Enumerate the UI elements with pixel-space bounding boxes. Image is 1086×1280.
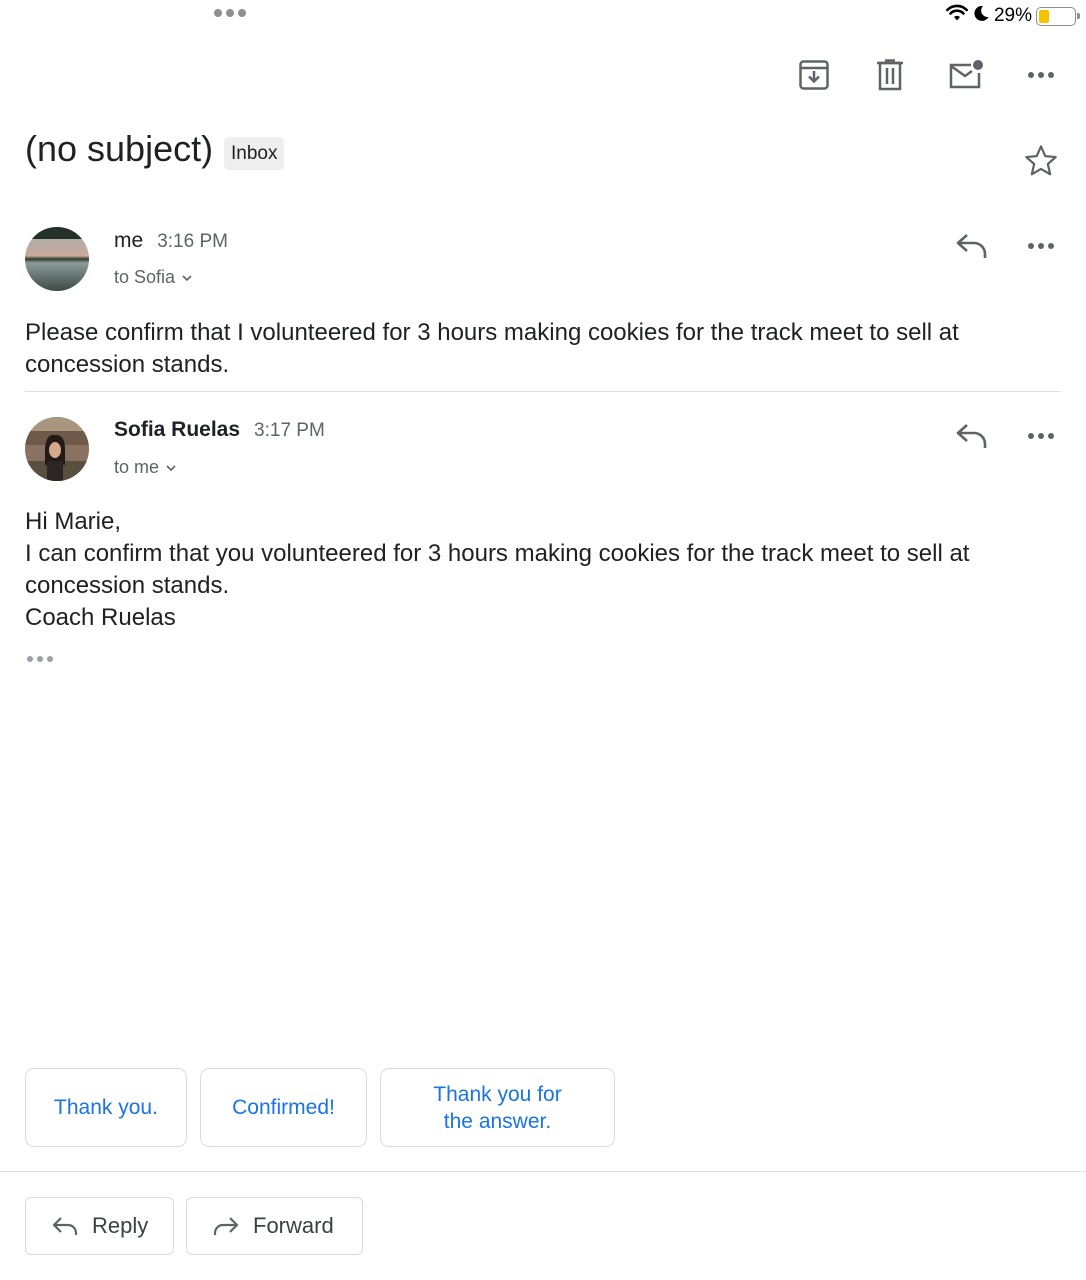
wifi-icon bbox=[945, 4, 968, 28]
mark-unread-icon bbox=[949, 60, 983, 89]
battery-icon bbox=[1036, 6, 1080, 26]
email-subject: (no subject) bbox=[25, 128, 214, 169]
forward-icon bbox=[213, 1217, 239, 1235]
dot bbox=[226, 9, 234, 17]
recipient-label: to me bbox=[114, 457, 160, 477]
dot bbox=[238, 9, 246, 17]
forward-button[interactable]: Forward bbox=[186, 1197, 363, 1255]
reply-button[interactable] bbox=[952, 416, 992, 456]
more-options-icon bbox=[1028, 72, 1054, 78]
more-options-button[interactable] bbox=[1021, 55, 1061, 95]
recipient-details[interactable]: to me bbox=[114, 457, 177, 478]
smart-reply-confirmed[interactable]: Confirmed! bbox=[200, 1068, 367, 1147]
body-line: Please confirm that I volunteered for 3 … bbox=[25, 319, 959, 378]
bottom-divider bbox=[0, 1171, 1086, 1172]
reply-label: Reply bbox=[92, 1213, 149, 1238]
inbox-label[interactable]: Inbox bbox=[224, 137, 285, 170]
status-bar: 29% bbox=[945, 4, 1080, 28]
smart-reply-thank-you[interactable]: Thank you. bbox=[25, 1068, 187, 1147]
body-line: Hi Marie, bbox=[25, 508, 122, 535]
avatar-me[interactable] bbox=[25, 227, 89, 291]
chevron-down-icon bbox=[166, 464, 176, 471]
recipient-label: to Sofia bbox=[114, 267, 176, 287]
chevron-down-icon bbox=[182, 274, 192, 281]
message-more-button[interactable] bbox=[1021, 226, 1061, 266]
battery-percent: 29% bbox=[993, 5, 1032, 26]
reply-all-button[interactable]: Reply bbox=[25, 1197, 174, 1255]
star-button[interactable] bbox=[1022, 142, 1060, 180]
smart-reply-thank-you-for-answer[interactable]: Thank you for the answer. bbox=[380, 1068, 615, 1147]
message-more-button[interactable] bbox=[1021, 416, 1061, 456]
archive-button[interactable] bbox=[794, 55, 834, 95]
moon-icon bbox=[972, 4, 990, 28]
more-options-icon bbox=[1028, 433, 1054, 439]
show-trimmed-content-button[interactable] bbox=[27, 656, 53, 662]
body-line: Coach Ruelas bbox=[25, 604, 176, 631]
mark-unread-button[interactable] bbox=[946, 55, 986, 95]
avatar-sofia[interactable] bbox=[25, 417, 89, 481]
recipient-details[interactable]: to Sofia bbox=[114, 267, 193, 288]
star-icon bbox=[1025, 145, 1057, 176]
dot bbox=[214, 9, 222, 17]
delete-button[interactable] bbox=[870, 55, 910, 95]
reply-icon bbox=[52, 1217, 78, 1235]
reply-icon bbox=[956, 234, 987, 258]
message-time: 3:16 PM bbox=[157, 231, 228, 252]
message-divider bbox=[25, 391, 1061, 392]
sender-name[interactable]: Sofia Ruelas bbox=[114, 418, 240, 442]
delete-icon bbox=[877, 59, 903, 91]
reply-button[interactable] bbox=[952, 226, 992, 266]
reply-icon bbox=[956, 424, 987, 448]
multitasking-handle[interactable] bbox=[214, 9, 246, 17]
forward-label: Forward bbox=[253, 1213, 334, 1238]
message-body: Please confirm that I volunteered for 3 … bbox=[25, 317, 1058, 381]
message-header: me 3:16 PM bbox=[114, 229, 228, 253]
message-time: 3:17 PM bbox=[254, 420, 325, 441]
body-line: I can confirm that you volunteered for 3… bbox=[25, 540, 970, 599]
sender-name[interactable]: me bbox=[114, 229, 143, 253]
more-options-icon bbox=[1028, 243, 1054, 249]
message-body: Hi Marie, I can confirm that you volunte… bbox=[25, 506, 1058, 634]
archive-icon bbox=[799, 60, 829, 90]
message-header: Sofia Ruelas 3:17 PM bbox=[114, 418, 325, 442]
